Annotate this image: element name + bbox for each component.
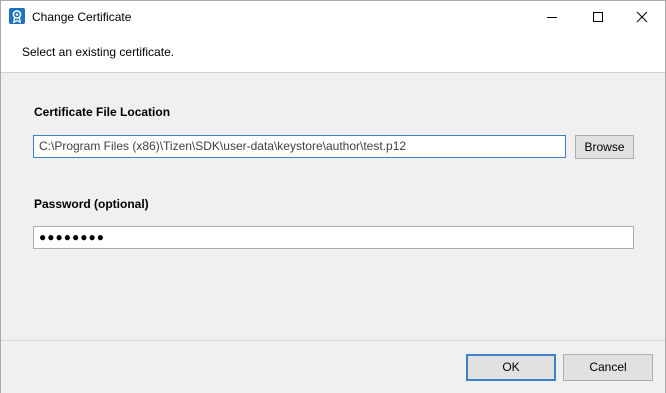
minimize-button[interactable] [529,1,575,32]
browse-button[interactable]: Browse [575,135,634,159]
dialog-content: Certificate File Location C:\Program Fil… [1,73,665,340]
dialog-header: Select an existing certificate. [1,32,665,73]
window-title: Change Certificate [32,10,132,24]
certificate-location-label: Certificate File Location [34,105,171,119]
maximize-icon [593,12,603,22]
certificate-icon [9,8,25,24]
title-bar[interactable]: Change Certificate [1,1,665,32]
ok-button[interactable]: OK [466,354,556,381]
cancel-button[interactable]: Cancel [563,354,653,381]
dialog-subtitle: Select an existing certificate. [22,45,175,59]
change-certificate-dialog: Change Certificate Select an existing ce… [0,0,666,393]
maximize-button[interactable] [575,1,621,32]
minimize-icon [547,17,557,18]
password-label: Password (optional) [34,197,149,211]
close-button[interactable] [619,1,665,32]
password-field[interactable]: ●●●●●●●● [33,226,634,249]
close-icon [636,11,648,23]
dialog-footer: OK Cancel [1,340,665,393]
certificate-path-field[interactable]: C:\Program Files (x86)\Tizen\SDK\user-da… [33,135,566,158]
